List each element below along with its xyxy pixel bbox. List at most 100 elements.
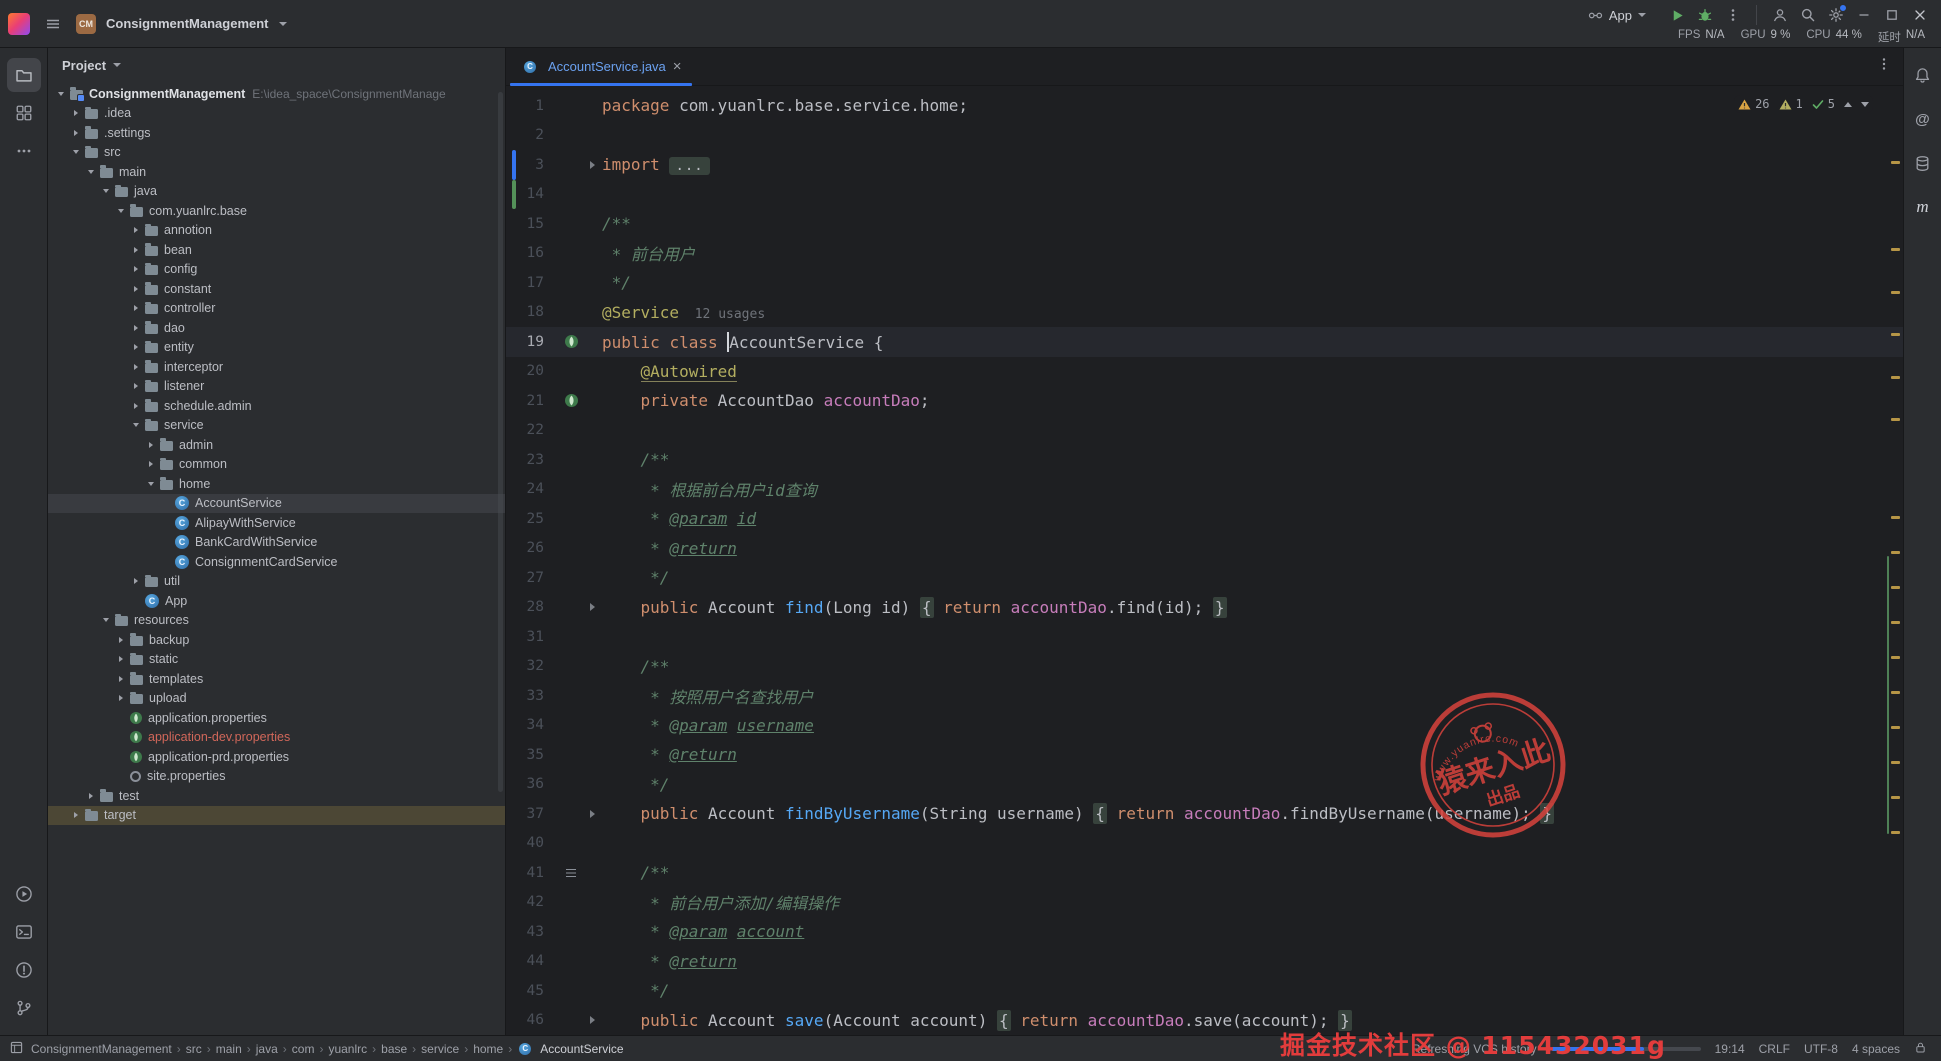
tree-item[interactable]: schedule.admin — [48, 396, 505, 416]
spring-bean-gutter-icon[interactable] — [560, 394, 582, 408]
settings-button[interactable] — [1823, 2, 1849, 28]
chevron-down-icon[interactable] — [144, 481, 158, 486]
chevron-down-icon[interactable] — [54, 91, 68, 96]
tree-item[interactable]: admin — [48, 435, 505, 455]
tree-item[interactable]: ConsignmentCardService — [48, 552, 505, 572]
ai-assistant-button[interactable] — [1906, 102, 1940, 136]
code-line-37[interactable]: 37 public Account findByUsername(String … — [506, 799, 1903, 829]
code-line-33[interactable]: 33 * 按照用户名查找用户 — [506, 681, 1903, 711]
code-line-1[interactable]: 1 package com.yuanlrc.base.service.home; — [506, 91, 1903, 121]
code-line-27[interactable]: 27 */ — [506, 563, 1903, 593]
code-line-41[interactable]: 41 /** — [506, 858, 1903, 888]
problems-tool-window-button[interactable] — [7, 953, 41, 987]
project-tool-window-button[interactable] — [6, 58, 41, 92]
code-line-43[interactable]: 43 * @param account — [506, 917, 1903, 947]
tree-item[interactable]: backup — [48, 630, 505, 650]
chevron-down-icon[interactable] — [99, 618, 113, 623]
line-separator[interactable]: CRLF — [1759, 1042, 1790, 1056]
tree-item[interactable]: resources — [48, 611, 505, 631]
code-line-36[interactable]: 36 */ — [506, 770, 1903, 800]
warning-stripe-mark[interactable] — [1891, 291, 1900, 294]
tree-item[interactable]: bean — [48, 240, 505, 260]
code-line-20[interactable]: 20 @Autowired — [506, 357, 1903, 387]
tree-item[interactable]: application-dev.properties — [48, 728, 505, 748]
warnings-count[interactable]: 26 — [1738, 97, 1770, 111]
structure-tool-window-button[interactable] — [7, 96, 41, 130]
fold-arrow-icon[interactable] — [582, 160, 602, 169]
code-line-14[interactable]: 14 — [506, 179, 1903, 209]
tree-item[interactable]: static — [48, 650, 505, 670]
run-tool-window-button[interactable] — [7, 877, 41, 911]
code-line-45[interactable]: 45 */ — [506, 976, 1903, 1006]
indent-style[interactable]: 4 spaces — [1852, 1042, 1900, 1056]
previous-problem-icon[interactable] — [1844, 101, 1852, 107]
version-control-tool-window-button[interactable] — [7, 991, 41, 1025]
chevron-right-icon[interactable] — [129, 227, 143, 234]
warning-stripe-mark[interactable] — [1891, 516, 1900, 519]
spring-bean-gutter-icon[interactable] — [560, 335, 582, 349]
minimize-button[interactable] — [1851, 2, 1877, 28]
warning-stripe-mark[interactable] — [1891, 656, 1900, 659]
chevron-down-icon[interactable] — [84, 169, 98, 174]
code-line-19[interactable]: 19 public class AccountService { — [506, 327, 1903, 357]
tree-item[interactable]: dao — [48, 318, 505, 338]
more-actions-button[interactable] — [1720, 2, 1746, 28]
code-line-25[interactable]: 25 * @param id — [506, 504, 1903, 534]
tab-accountservice-java[interactable]: AccountService.java — [510, 48, 692, 86]
breadcrumb-item[interactable]: java — [256, 1042, 278, 1056]
tree-item[interactable]: src — [48, 143, 505, 163]
warning-stripe-mark[interactable] — [1891, 418, 1900, 421]
warning-stripe-mark[interactable] — [1891, 586, 1900, 589]
code-line-34[interactable]: 34 * @param username — [506, 711, 1903, 741]
chevron-down-icon[interactable] — [99, 189, 113, 194]
next-problem-icon[interactable] — [1861, 101, 1869, 107]
chevron-right-icon[interactable] — [129, 266, 143, 273]
code-line-44[interactable]: 44 * @return — [506, 947, 1903, 977]
profile-button[interactable] — [1767, 2, 1793, 28]
fold-comments-gutter-icon[interactable] — [560, 868, 582, 878]
breadcrumb-item[interactable]: com — [292, 1042, 315, 1056]
file-encoding[interactable]: UTF-8 — [1804, 1042, 1838, 1056]
tree-item[interactable]: home — [48, 474, 505, 494]
tree-item[interactable]: config — [48, 260, 505, 280]
passed-inspections-count[interactable]: 5 — [1812, 97, 1835, 111]
warning-stripe-mark[interactable] — [1891, 333, 1900, 336]
tree-item[interactable]: BankCardWithService — [48, 533, 505, 553]
project-widget[interactable]: ConsignmentManagement — [106, 16, 269, 31]
code-line-17[interactable]: 17 */ — [506, 268, 1903, 298]
tree-item[interactable]: ConsignmentManagement E:\idea_space\Consi… — [48, 84, 505, 104]
code-line-28[interactable]: 28 public Account find(Long id) { return… — [506, 593, 1903, 623]
warning-stripe-mark[interactable] — [1891, 796, 1900, 799]
error-stripe[interactable] — [1887, 86, 1903, 1035]
weak-warnings-count[interactable]: 1 — [1779, 97, 1803, 111]
warning-stripe-mark[interactable] — [1891, 248, 1900, 251]
chevron-right-icon[interactable] — [144, 441, 158, 448]
terminal-tool-window-button[interactable] — [7, 915, 41, 949]
code-line-21[interactable]: 21 private AccountDao accountDao; — [506, 386, 1903, 416]
tree-item[interactable]: App — [48, 591, 505, 611]
tree-item[interactable]: application.properties — [48, 708, 505, 728]
chevron-right-icon[interactable] — [69, 812, 83, 819]
code-line-42[interactable]: 42 * 前台用户添加/编辑操作 — [506, 888, 1903, 918]
chevron-right-icon[interactable] — [129, 246, 143, 253]
chevron-right-icon[interactable] — [129, 285, 143, 292]
code-line-35[interactable]: 35 * @return — [506, 740, 1903, 770]
chevron-right-icon[interactable] — [129, 402, 143, 409]
warning-stripe-mark[interactable] — [1891, 376, 1900, 379]
code-line-46[interactable]: 46 public Account save(Account account) … — [506, 1006, 1903, 1036]
lock-icon[interactable] — [1914, 1041, 1927, 1057]
code-line-31[interactable]: 31 — [506, 622, 1903, 652]
code-editor[interactable]: 1 package com.yuanlrc.base.service.home; 2… — [506, 86, 1903, 1035]
breadcrumb-item[interactable]: service — [421, 1042, 459, 1056]
breadcrumb-item[interactable]: ConsignmentManagement — [31, 1042, 172, 1056]
database-button[interactable] — [1906, 146, 1940, 180]
tree-item[interactable]: java — [48, 182, 505, 202]
chevron-right-icon[interactable] — [84, 792, 98, 799]
tree-item[interactable]: templates — [48, 669, 505, 689]
tree-item[interactable]: listener — [48, 377, 505, 397]
warning-stripe-mark[interactable] — [1891, 551, 1900, 554]
chevron-right-icon[interactable] — [129, 578, 143, 585]
tree-item[interactable]: AccountService — [48, 493, 505, 513]
breadcrumb-item[interactable]: src — [186, 1042, 202, 1056]
code-line-22[interactable]: 22 — [506, 416, 1903, 446]
